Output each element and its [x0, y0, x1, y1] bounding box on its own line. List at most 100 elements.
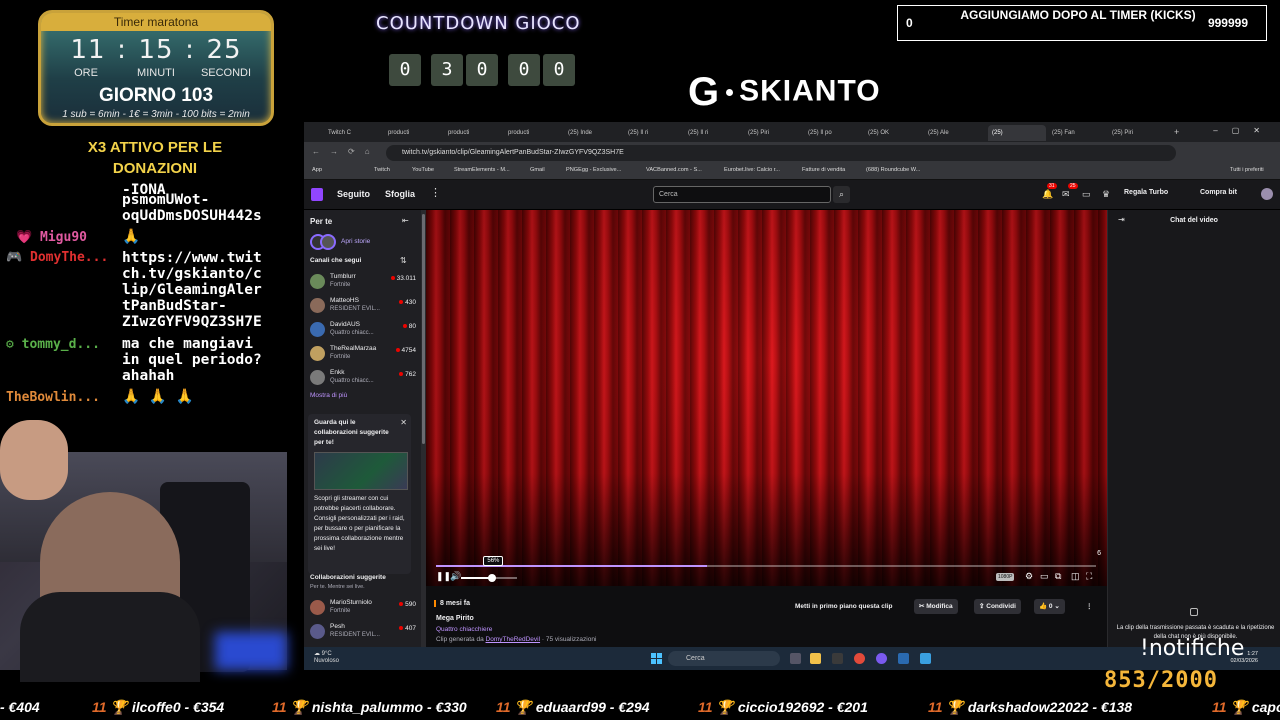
- followed-channel[interactable]: Enkk Quattro chiacc... 762: [310, 368, 416, 388]
- feature-clip-button[interactable]: Metti in primo piano questa clip: [790, 599, 898, 614]
- video-chat-panel: ⇥ Chat del video La clip della trasmissi…: [1107, 210, 1280, 647]
- open-stories-link[interactable]: Apri storie: [341, 238, 370, 245]
- show-more-link[interactable]: Mostra di più: [310, 392, 347, 399]
- followed-channel[interactable]: TheRealMarzaa Fortnite 4754: [310, 344, 416, 364]
- progress-bar[interactable]: [436, 565, 1096, 567]
- buy-bits-button[interactable]: Compra bit: [1200, 189, 1237, 196]
- more-menu-icon[interactable]: ⋮: [430, 186, 441, 199]
- sidebar-toggle-icon[interactable]: ◫: [1071, 571, 1080, 582]
- browser-tab[interactable]: (25) Il ri: [624, 125, 682, 141]
- clip-author-link[interactable]: DomyTheRedDevil: [486, 636, 541, 643]
- bookmark[interactable]: StreamElements - M...: [454, 167, 510, 173]
- collapse-icon[interactable]: ⇤: [402, 216, 409, 225]
- theatre-icon[interactable]: ▭: [1040, 571, 1049, 582]
- user-avatar[interactable]: [1261, 188, 1273, 200]
- search-icon[interactable]: ⌕: [833, 186, 850, 203]
- search-input[interactable]: Cerca: [653, 186, 831, 203]
- bookmark[interactable]: YouTube: [412, 167, 434, 173]
- bookmark[interactable]: Fatture di vendita: [802, 167, 845, 173]
- new-tab-icon[interactable]: +: [1170, 125, 1184, 141]
- scrollbar-thumb[interactable]: [422, 214, 425, 444]
- browser-tab[interactable]: (25) OK: [864, 125, 922, 141]
- channel-name: TheRealMarzaa: [330, 345, 377, 352]
- browser-tab[interactable]: (25) Il po: [804, 125, 862, 141]
- volume-slider[interactable]: 56%: [461, 556, 517, 582]
- bookmark[interactable]: Eurobet.live: Calcio r...: [724, 167, 780, 173]
- store-icon[interactable]: [832, 653, 843, 664]
- followed-channel[interactable]: Tumblurr Fortnite 33.011: [310, 272, 416, 292]
- pause-icon[interactable]: ❚❚: [436, 571, 451, 582]
- chat-text: tPanBudStar-: [122, 298, 227, 314]
- bookmark[interactable]: Tutti i preferiti: [1230, 167, 1264, 173]
- app-icon[interactable]: [920, 653, 931, 664]
- bookmark[interactable]: App: [312, 167, 322, 173]
- followed-channel[interactable]: DavidAUS Quattro chiacc... 80: [310, 320, 416, 340]
- suggested-channel[interactable]: MarioSturniolo Fortnite 590: [310, 598, 416, 618]
- browser-tab[interactable]: (25) Piri: [1108, 125, 1166, 141]
- bookmark[interactable]: (688) Roundcube W...: [866, 167, 920, 173]
- nav-following[interactable]: Seguito: [337, 189, 370, 199]
- channel-viewers: 4754: [396, 347, 416, 354]
- crown-icon[interactable]: ♛: [1102, 189, 1110, 200]
- clip-category[interactable]: Quattro chiacchiere: [436, 626, 492, 633]
- chat-text: 🙏 🙏 🙏: [122, 389, 194, 405]
- clip-icon[interactable]: ⧉: [1055, 571, 1061, 582]
- chrome-icon[interactable]: [854, 653, 865, 664]
- notifications-icon[interactable]: 🔔: [1042, 189, 1053, 200]
- suggested-channel[interactable]: Pesh RESIDENT EVIL... 407: [310, 622, 416, 642]
- twitch-logo-icon[interactable]: [311, 188, 323, 201]
- suggested-collabs-title: Collaborazioni suggerite: [310, 574, 386, 581]
- like-button[interactable]: 👍 0 ⌄: [1034, 599, 1065, 614]
- browser-tab[interactable]: (25) Il ri: [684, 125, 742, 141]
- steam-icon[interactable]: [898, 653, 909, 664]
- share-button[interactable]: ⇪ Condividi: [974, 599, 1021, 614]
- task-view-icon[interactable]: [790, 653, 801, 664]
- whispers-icon[interactable]: ▭: [1082, 189, 1091, 200]
- sort-icon[interactable]: ⇅: [400, 256, 407, 265]
- nav-browse[interactable]: Sfoglia: [385, 189, 415, 199]
- timer-sep: :: [117, 35, 127, 65]
- stories-row[interactable]: Apri storie: [310, 234, 410, 250]
- bookmarks-bar: App Twitch YouTube StreamElements - M...…: [304, 164, 1280, 180]
- bookmark[interactable]: VACBanned.com - S...: [646, 167, 702, 173]
- browser-tab[interactable]: (25) Ale: [924, 125, 982, 141]
- windows-start-icon[interactable]: [651, 653, 662, 664]
- bookmark[interactable]: Twitch: [374, 167, 390, 173]
- clip-views: · 75 visualizzazioni: [540, 636, 597, 643]
- taskbar-search[interactable]: Cerca: [668, 651, 780, 666]
- browser-tab[interactable]: (25) Fan: [1048, 125, 1106, 141]
- nav-buttons[interactable]: ←→⟳⌂: [312, 147, 380, 156]
- window-controls[interactable]: –▢✕: [1213, 126, 1274, 135]
- bookmark[interactable]: Gmail: [530, 167, 545, 173]
- edit-button[interactable]: ✂ Modifica: [914, 599, 958, 614]
- video-player[interactable]: 6 ❚❚ 🔊 56% 1080P ⚙ ▭ ⧉ ◫ ⛶: [426, 210, 1107, 586]
- player-shade: [426, 210, 1107, 586]
- gift-turbo-button[interactable]: Regala Turbo: [1124, 189, 1168, 196]
- close-icon[interactable]: ✕: [400, 418, 407, 427]
- clip-author-line: Clip generata da DomyTheRedDevil · 75 vi…: [436, 636, 596, 643]
- channel-name: MatteoHS: [330, 297, 359, 304]
- browser-tab-active[interactable]: (25): [988, 125, 1046, 141]
- followed-channel[interactable]: MatteoHS RESIDENT EVIL... 430: [310, 296, 416, 316]
- volume-icon[interactable]: 🔊: [450, 571, 461, 582]
- browser-tab[interactable]: Twitch C: [324, 125, 382, 141]
- inbox-icon[interactable]: ✉: [1062, 189, 1070, 200]
- volume-tooltip: 56%: [483, 556, 504, 566]
- windows-taskbar: ☁ 9°C Nuvoloso Cerca 1:27 02/03/2026: [304, 647, 1280, 670]
- url-field[interactable]: twitch.tv/gskianto/clip/GleamingAlertPan…: [386, 145, 1176, 161]
- fullscreen-icon[interactable]: ⛶: [1086, 571, 1092, 582]
- chat-text: ch.tv/gskianto/c: [122, 266, 262, 282]
- browser-tab[interactable]: (25) Piri: [744, 125, 802, 141]
- weather-widget[interactable]: ☁ 9°C Nuvoloso: [314, 651, 339, 665]
- settings-icon[interactable]: ⚙: [1025, 571, 1033, 582]
- browser-tab[interactable]: (25) Inde: [564, 125, 622, 141]
- more-options-icon[interactable]: ⋮: [1081, 599, 1098, 614]
- browser-tab[interactable]: producti: [504, 125, 562, 141]
- browser-tab[interactable]: producti: [384, 125, 442, 141]
- browser-tab[interactable]: producti: [444, 125, 502, 141]
- chat-text: ma che mangiavi: [122, 336, 253, 352]
- bookmark[interactable]: PNGEgg - Exclusive...: [566, 167, 621, 173]
- discord-icon[interactable]: [876, 653, 887, 664]
- explorer-icon[interactable]: [810, 653, 821, 664]
- suggested-collabs-subtitle: Per te. Mentre sei live.: [310, 584, 365, 590]
